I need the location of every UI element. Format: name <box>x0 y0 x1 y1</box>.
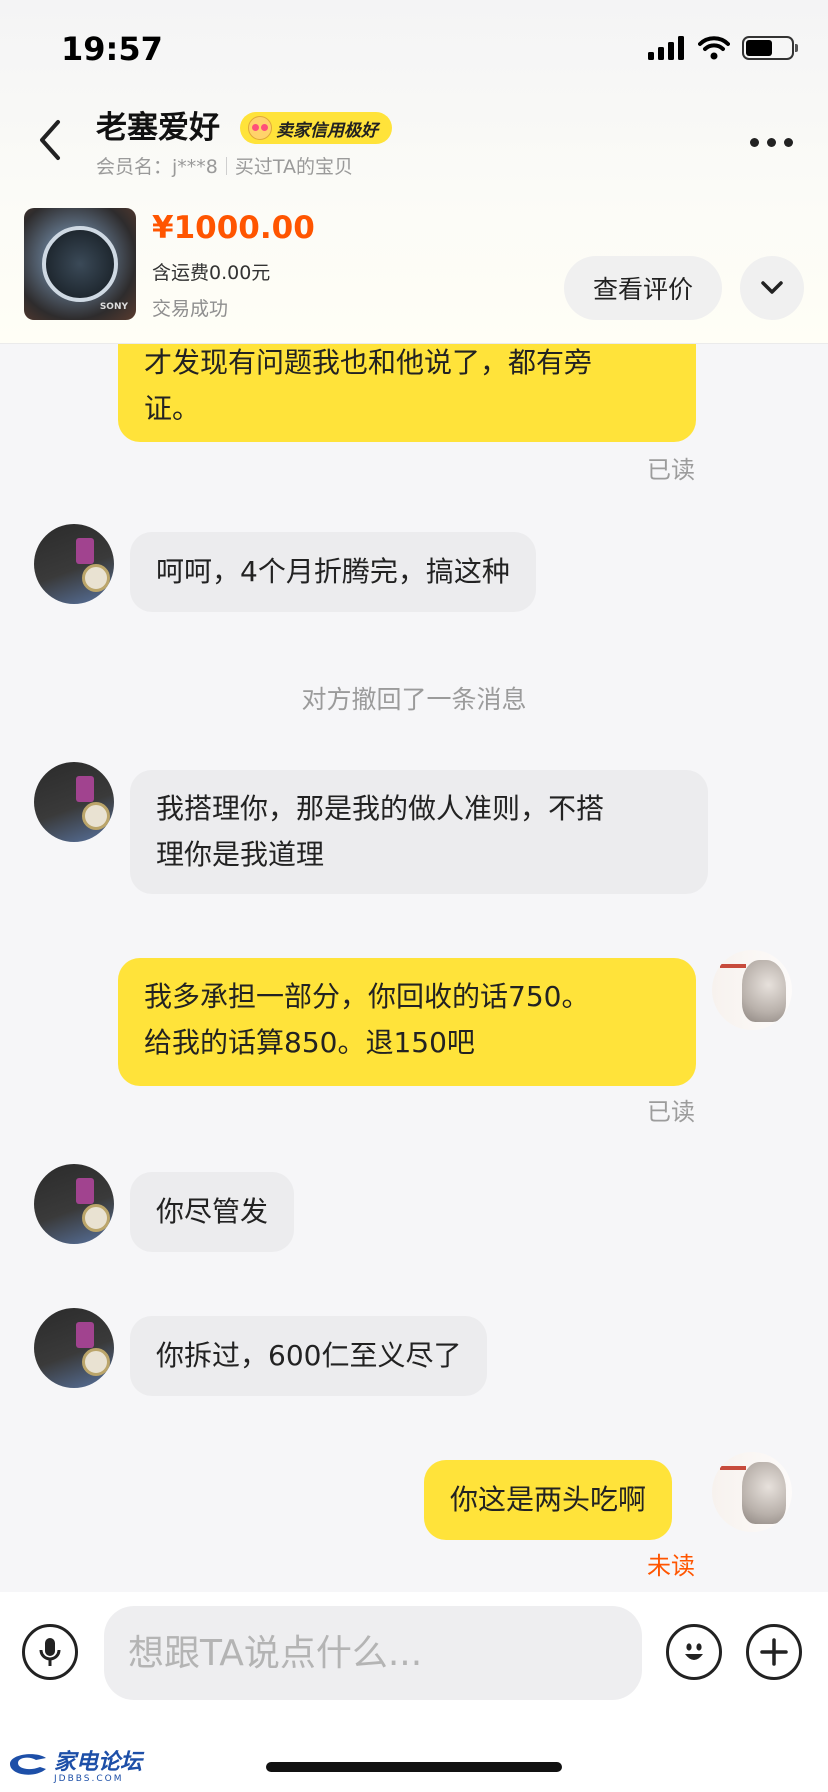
seller-credit-badge[interactable]: 卖家信用极好 <box>240 112 392 144</box>
top-bar: 19:57 老塞爱好 卖家信用极好 会员名：j***8 买过TA的宝贝 SONY… <box>0 0 828 344</box>
message-input[interactable] <box>104 1606 642 1700</box>
product-image <box>42 226 118 302</box>
product-thumbnail[interactable]: SONY <box>24 208 136 320</box>
status-time: 19:57 <box>61 30 163 68</box>
message-text-line: 我多承担一部分，你回收的话750。 <box>144 980 590 1013</box>
shipping-fee: 含运费0.00元 <box>152 262 271 284</box>
seller-avatar[interactable] <box>34 762 114 842</box>
bought-items-link[interactable]: 买过TA的宝贝 <box>235 152 353 179</box>
user-avatar[interactable] <box>712 1452 792 1532</box>
credit-badge-label: 卖家信用极好 <box>276 120 378 141</box>
divider <box>225 156 227 175</box>
watermark: 家电论坛 JDBBS.COM <box>6 1744 142 1784</box>
shop-name[interactable]: 老塞爱好 <box>96 102 220 147</box>
product-price: ¥1000.00 <box>152 210 315 246</box>
message-text-line: 才发现有问题我也和他说了，都有旁 <box>144 346 593 379</box>
heart-eyes-face-icon <box>248 116 272 140</box>
signal-icon <box>648 36 684 60</box>
seller-avatar[interactable] <box>34 1164 114 1244</box>
read-status: 未读 <box>647 1552 695 1580</box>
wifi-icon <box>698 36 730 60</box>
input-bar: 家电论坛 JDBBS.COM <box>0 1592 828 1792</box>
message-text-line: 我搭理你，那是我的做人准则，不搭 <box>156 792 605 825</box>
message-bubble-theirs[interactable]: 你拆过，600仁至义尽了 <box>130 1316 488 1396</box>
more-options-icon[interactable] <box>750 122 798 162</box>
message-bubble-theirs[interactable]: 我搭理你，那是我的做人准则，不搭 理你是我道理 <box>130 770 708 894</box>
back-arrow-icon[interactable] <box>32 116 68 164</box>
seller-avatar[interactable] <box>34 1308 114 1388</box>
message-text-line: 证。 <box>144 392 201 425</box>
chevron-down-icon <box>761 281 783 294</box>
message-text-line: 理你是我道理 <box>156 838 325 871</box>
read-status: 已读 <box>647 1098 695 1126</box>
more-actions-button[interactable] <box>746 1624 802 1680</box>
forum-logo-icon <box>10 1754 46 1775</box>
watermark-text: 家电论坛 <box>54 1750 143 1775</box>
voice-button[interactable] <box>22 1624 78 1680</box>
status-icons <box>648 36 798 60</box>
read-status: 已读 <box>647 456 695 484</box>
microphone-icon <box>39 1638 61 1666</box>
smiley-icon <box>685 1643 703 1660</box>
chat-area[interactable]: 才发现有问题我也和他说了，都有旁 证。 已读 呵呵，4个月折腾完，搞这种 对方撤… <box>0 344 828 1592</box>
message-text-line: 给我的话算850。退150吧 <box>144 1026 475 1059</box>
recalled-message-notice: 对方撤回了一条消息 <box>301 685 527 714</box>
seller-avatar[interactable] <box>34 524 114 604</box>
member-name: 会员名：j***8 <box>96 156 218 178</box>
home-indicator[interactable] <box>266 1762 562 1772</box>
emoji-button[interactable] <box>666 1624 722 1680</box>
battery-icon <box>742 36 798 60</box>
message-bubble-mine[interactable]: 才发现有问题我也和他说了，都有旁 证。 <box>118 344 696 442</box>
message-bubble-mine[interactable]: 我多承担一部分，你回收的话750。 给我的话算850。退150吧 <box>118 958 696 1086</box>
message-bubble-mine[interactable]: 你这是两头吃啊 <box>424 1460 673 1540</box>
trade-status: 交易成功 <box>152 298 229 320</box>
member-info: 会员名：j***8 买过TA的宝贝 <box>96 152 353 179</box>
user-avatar[interactable] <box>712 950 792 1030</box>
view-review-button[interactable]: 查看评价 <box>564 256 722 320</box>
product-brand-mark: SONY <box>99 302 128 312</box>
message-bubble-theirs[interactable]: 你尽管发 <box>130 1172 295 1252</box>
plus-icon <box>760 1638 788 1666</box>
message-bubble-theirs[interactable]: 呵呵，4个月折腾完，搞这种 <box>130 532 536 612</box>
expand-button[interactable] <box>740 256 804 320</box>
